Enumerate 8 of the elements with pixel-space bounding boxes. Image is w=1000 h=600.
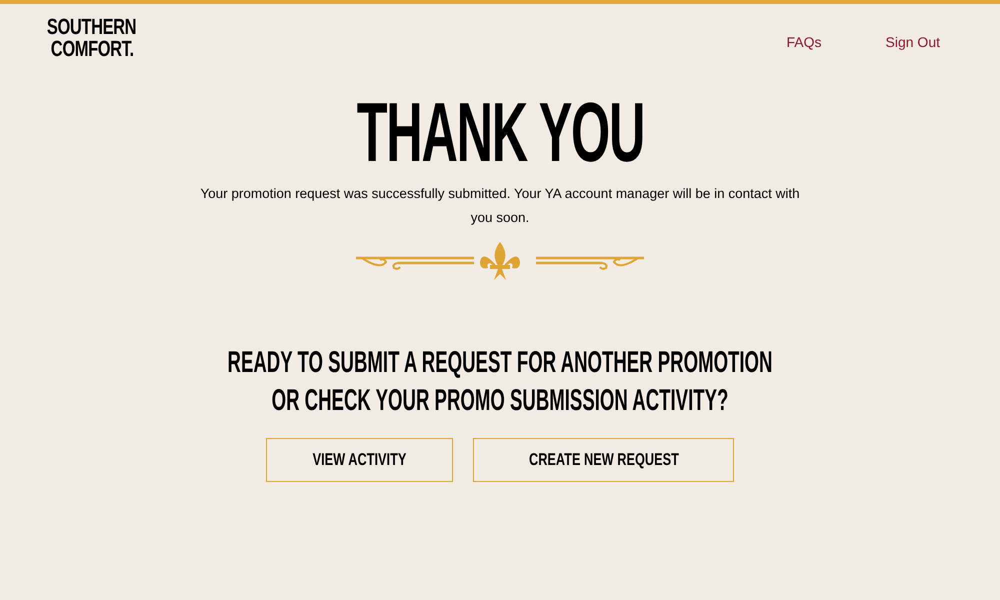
page-heading: THANK YOU <box>356 90 644 174</box>
nav-link[interactable]: Sign Out <box>886 32 940 53</box>
action-button[interactable]: VIEW ACTIVITY <box>266 438 453 482</box>
nav-link[interactable]: FAQs <box>786 32 822 53</box>
logo[interactable]: SOUTHERN COMFORT. <box>42 16 142 60</box>
action-button[interactable]: CREATE NEW REQUEST <box>472 438 734 482</box>
prompt-heading: READY TO SUBMIT A REQUEST FOR ANOTHER PROMOTION OR CHECK YOUR PROMO SUBMISSION ACTIVITY? <box>226 345 774 419</box>
confirmation-message: Your promotion request was successfully submitted. Your YA account manager will be in contact with you soon. <box>200 185 800 227</box>
